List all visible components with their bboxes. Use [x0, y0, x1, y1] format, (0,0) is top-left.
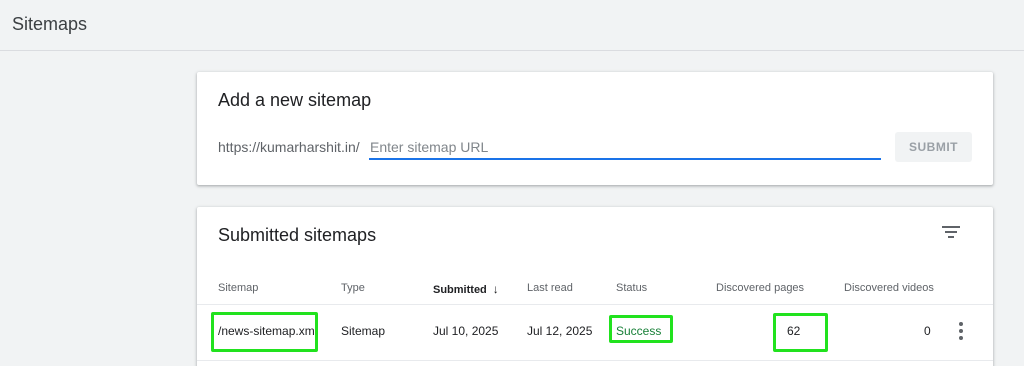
filter-list-icon[interactable]	[942, 225, 960, 239]
column-header-sitemap[interactable]: Sitemap	[218, 282, 258, 294]
highlight-box-status	[609, 315, 673, 343]
page-title: Sitemaps	[12, 14, 88, 34]
row-divider	[197, 360, 993, 361]
row-discovered-videos: 0	[924, 324, 931, 338]
submitted-sitemaps-title: Submitted sitemaps	[218, 225, 377, 245]
top-bar: Sitemaps	[0, 0, 1024, 51]
row-type: Sitemap	[341, 324, 386, 338]
row-last-read: Jul 12, 2025	[527, 324, 593, 338]
add-sitemap-card: Add a new sitemap https://kumarharshit.i…	[197, 72, 993, 185]
row-submitted: Jul 10, 2025	[433, 324, 499, 338]
column-header-last-read[interactable]: Last read	[527, 282, 573, 294]
sort-descending-icon: ↓	[492, 282, 499, 296]
column-header-type[interactable]: Type	[341, 282, 365, 294]
submit-button[interactable]: SUBMIT	[895, 132, 972, 162]
submitted-sitemaps-card: Submitted sitemaps Sitemap Type Submitte…	[197, 207, 993, 366]
column-header-discovered-videos[interactable]: Discovered videos	[844, 282, 934, 294]
sitemap-url-prefix: https://kumarharshit.in/	[218, 139, 360, 155]
header-divider	[197, 304, 993, 305]
column-header-submitted[interactable]: Submitted ↓	[433, 282, 499, 296]
column-header-status[interactable]: Status	[616, 282, 647, 294]
sitemap-url-input[interactable]	[369, 136, 881, 160]
more-vert-icon[interactable]	[957, 322, 965, 340]
column-header-discovered-pages[interactable]: Discovered pages	[716, 282, 804, 294]
add-sitemap-title: Add a new sitemap	[218, 90, 372, 110]
highlight-box-sitemap	[211, 312, 318, 352]
column-header-submitted-label: Submitted	[433, 284, 487, 296]
highlight-box-pages	[773, 313, 828, 352]
sitemaps-page: Sitemaps Add a new sitemap https://kumar…	[0, 0, 1024, 366]
